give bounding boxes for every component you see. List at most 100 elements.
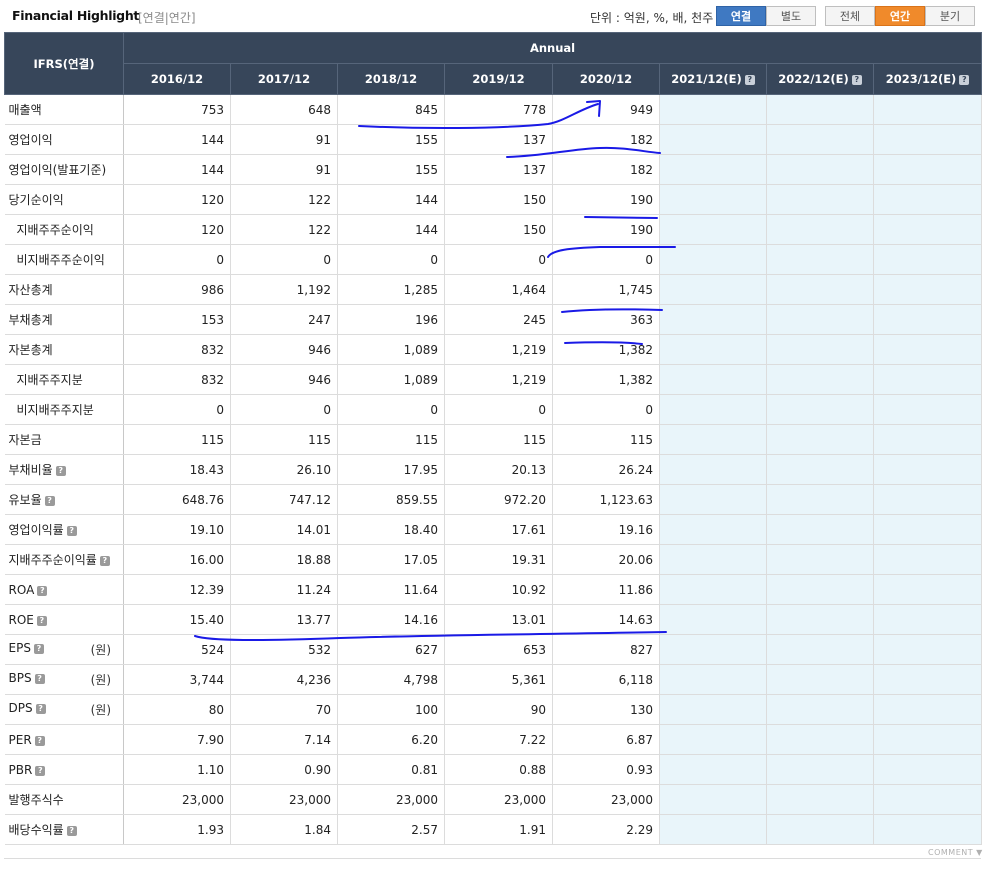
estimate-cell <box>873 484 983 515</box>
value-cell: 7.14 <box>230 724 338 755</box>
row-label: PBR <box>8 762 33 777</box>
question-icon[interactable]: ? <box>34 735 45 746</box>
estimate-cell <box>873 394 983 425</box>
value-cell: 0 <box>552 394 660 425</box>
question-icon[interactable]: ? <box>959 75 970 85</box>
question-icon[interactable]: ? <box>55 466 66 476</box>
value-cell: 0 <box>444 394 553 425</box>
question-icon[interactable]: ? <box>37 585 48 596</box>
table-row: DPS? (원) 80 70 100 90 130 <box>4 694 983 725</box>
all-period-button[interactable]: 전체 <box>825 6 875 26</box>
table-row: 자본금 115 115 115 115 115 <box>4 424 983 455</box>
value-cell: 1,285 <box>337 274 445 305</box>
value-cell: 0 <box>444 244 553 275</box>
estimate-cell <box>873 604 983 635</box>
value-cell: 91 <box>230 124 338 155</box>
value-cell: 14.16 <box>337 604 445 635</box>
value-cell: 2.29 <box>552 814 660 845</box>
value-cell: 946 <box>230 334 338 365</box>
table-row: 영업이익(발표기준) 144 91 155 137 182 <box>4 154 983 185</box>
estimate-cell <box>873 334 983 365</box>
estimate-cell <box>873 664 983 695</box>
row-label: 부채총계 <box>8 313 53 327</box>
row-label-cell: 부채비율? <box>4 454 124 485</box>
value-cell: 1,464 <box>444 274 553 305</box>
bottom-divider <box>4 858 981 859</box>
value-cell: 10.92 <box>444 574 553 605</box>
value-cell: 7.90 <box>123 724 231 755</box>
row-label: ROE <box>8 612 34 627</box>
value-cell: 190 <box>552 184 660 215</box>
estimate-cell <box>766 544 874 575</box>
row-label-cell: 발행주식수 <box>4 784 124 815</box>
value-cell: 155 <box>337 154 445 185</box>
value-cell: 832 <box>123 334 231 365</box>
value-cell: 150 <box>444 184 553 215</box>
value-cell: 18.40 <box>337 514 445 545</box>
row-label-cell: PBR? <box>4 754 124 785</box>
value-cell: 7.22 <box>444 724 553 755</box>
value-cell: 0.88 <box>444 754 553 785</box>
row-label: 영업이익률 <box>8 523 64 537</box>
row-label: 지배주주순이익 <box>16 223 94 237</box>
value-cell: 0 <box>337 244 445 275</box>
quarterly-button[interactable]: 분기 <box>925 6 975 26</box>
row-label-cell: 유보율? <box>4 484 124 515</box>
estimate-cell <box>766 574 874 605</box>
table-row: 당기순이익 120 122 144 150 190 <box>4 184 983 215</box>
estimate-cell <box>659 214 767 245</box>
question-icon[interactable]: ? <box>851 75 862 85</box>
estimate-cell <box>766 94 874 125</box>
row-label-cell: 지배주주순이익 <box>4 214 124 245</box>
row-label-cell: ROE? <box>4 604 124 635</box>
question-icon[interactable]: ? <box>44 496 55 506</box>
annual-button[interactable]: 연간 <box>875 6 925 26</box>
row-label-cell: EPS? (원) <box>4 634 124 665</box>
value-cell: 1,089 <box>337 364 445 395</box>
question-icon[interactable]: ? <box>35 765 46 776</box>
value-cell: 859.55 <box>337 484 445 515</box>
estimate-cell <box>766 154 874 185</box>
question-icon[interactable]: ? <box>99 556 110 566</box>
value-cell: 753 <box>123 94 231 125</box>
value-cell: 70 <box>230 694 338 725</box>
row-label: 비지배주주지분 <box>16 403 94 417</box>
row-label-cell: 비지배주주지분 <box>4 394 124 425</box>
value-cell: 14.01 <box>230 514 338 545</box>
value-cell: 137 <box>444 154 553 185</box>
question-icon[interactable]: ? <box>35 704 46 714</box>
value-cell: 115 <box>123 424 231 455</box>
question-icon[interactable]: ? <box>66 826 77 836</box>
row-label-cell: 자본총계 <box>4 334 124 365</box>
question-icon[interactable]: ? <box>66 526 77 536</box>
table-row: ROA? 12.39 11.24 11.64 10.92 11.86 <box>4 574 983 605</box>
row-label: EPS <box>8 641 31 655</box>
table-row: 발행주식수 23,000 23,000 23,000 23,000 23,000 <box>4 784 983 815</box>
comment-toggle[interactable]: COMMENT ▼ <box>928 848 983 857</box>
estimate-cell <box>873 274 983 305</box>
question-icon[interactable]: ? <box>36 615 47 626</box>
value-cell: 0 <box>337 394 445 425</box>
ifrs-header: IFRS(연결) <box>4 32 124 95</box>
consolidated-button[interactable]: 연결 <box>716 6 766 26</box>
estimate-cell <box>873 364 983 395</box>
estimate-cell <box>659 514 767 545</box>
value-cell: 23,000 <box>230 784 338 815</box>
estimate-cell <box>873 94 983 125</box>
question-icon[interactable]: ? <box>34 674 45 684</box>
value-cell: 4,798 <box>337 664 445 695</box>
estimate-cell <box>766 214 874 245</box>
question-icon[interactable]: ? <box>33 644 44 654</box>
value-cell: 0 <box>123 244 231 275</box>
table-row: 지배주주지분 832 946 1,089 1,219 1,382 <box>4 364 983 395</box>
value-cell: 6,118 <box>552 664 660 695</box>
estimate-cell <box>873 454 983 485</box>
question-icon[interactable]: ? <box>744 75 755 85</box>
separate-button[interactable]: 별도 <box>766 6 816 26</box>
estimate-cell <box>659 634 767 665</box>
row-label: 발행주식수 <box>8 793 64 807</box>
estimate-cell <box>659 754 767 785</box>
column-header-label: 2018/12 <box>364 72 418 86</box>
value-cell: 245 <box>444 304 553 335</box>
table-row: 영업이익 144 91 155 137 182 <box>4 124 983 155</box>
